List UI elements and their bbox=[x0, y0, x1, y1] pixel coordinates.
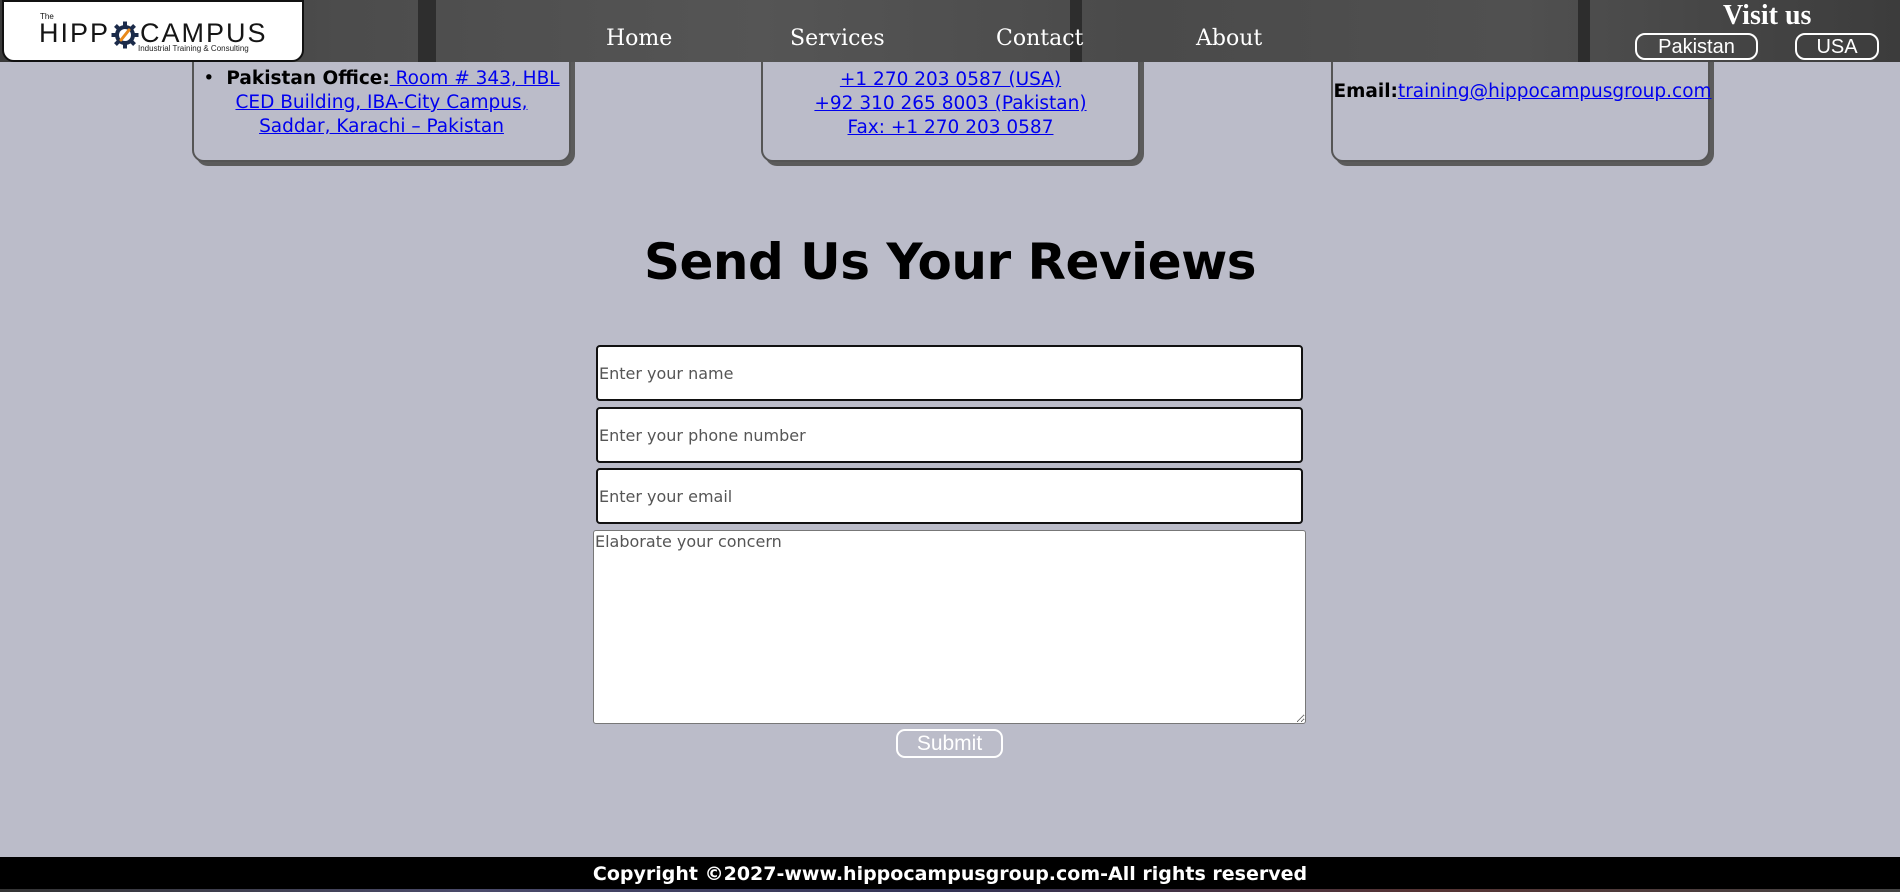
pakistan-button[interactable]: Pakistan bbox=[1635, 33, 1758, 60]
gear-icon bbox=[111, 21, 139, 48]
logo-tagline: Industrial Training & Consulting bbox=[138, 44, 249, 53]
header-background-detail bbox=[1578, 0, 1590, 62]
email-link[interactable]: training@hippocampusgroup.com bbox=[1398, 81, 1712, 102]
email-input[interactable] bbox=[596, 468, 1303, 524]
pakistan-phone-link[interactable]: +92 310 265 8003 (Pakistan) bbox=[814, 93, 1086, 114]
copyright-text: Copyright ©2027-www.hippocampusgroup.com… bbox=[592, 863, 1308, 885]
header-background-detail bbox=[418, 0, 436, 62]
site-logo[interactable]: The HIPP CAMPUS Industrial Training & Co… bbox=[2, 0, 304, 62]
nav-contact-link[interactable]: Contact bbox=[996, 26, 1083, 51]
name-input[interactable] bbox=[596, 345, 1303, 401]
fax-link[interactable]: Fax: +1 270 203 0587 bbox=[848, 117, 1054, 138]
nav-services-link[interactable]: Services bbox=[790, 26, 885, 51]
email-label: Email: bbox=[1333, 81, 1398, 102]
site-footer: Copyright ©2027-www.hippocampusgroup.com… bbox=[0, 857, 1900, 892]
usa-phone-link[interactable]: +1 270 203 0587 (USA) bbox=[840, 69, 1061, 90]
submit-button[interactable]: Submit bbox=[896, 729, 1003, 758]
visit-us-label: Visit us bbox=[1723, 0, 1812, 31]
logo-text-left: HIPP bbox=[39, 18, 111, 48]
list-bullet: • bbox=[203, 68, 215, 89]
review-section-title: Send Us Your Reviews bbox=[643, 233, 1257, 291]
nav-home-link[interactable]: Home bbox=[606, 26, 672, 51]
concern-textarea[interactable] bbox=[593, 530, 1306, 724]
nav-about-link[interactable]: About bbox=[1196, 26, 1262, 51]
pakistan-office-label: Pakistan Office: bbox=[226, 68, 390, 89]
usa-button[interactable]: USA bbox=[1795, 33, 1879, 60]
site-header: The HIPP CAMPUS Industrial Training & Co… bbox=[0, 0, 1900, 62]
phone-input[interactable] bbox=[596, 407, 1303, 463]
